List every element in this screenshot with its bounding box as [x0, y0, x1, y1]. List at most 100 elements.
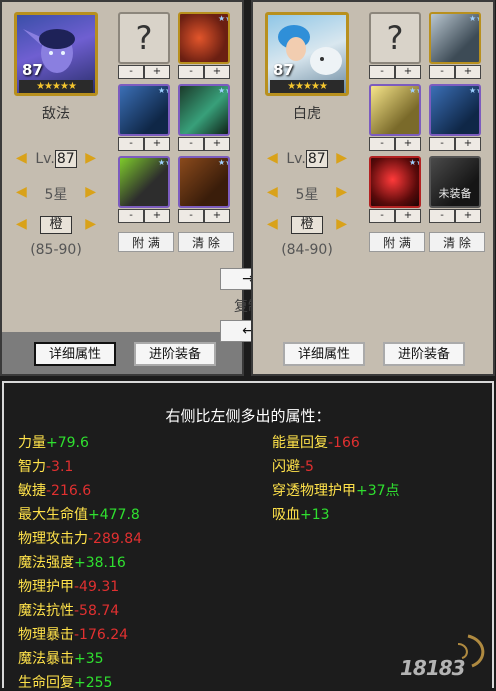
equip-slot-2[interactable]: ★★★★★ -+: [429, 12, 481, 79]
plus-button[interactable]: +: [144, 65, 170, 79]
minus-button[interactable]: -: [178, 65, 204, 79]
plus-button[interactable]: +: [395, 137, 421, 151]
minus-button[interactable]: -: [178, 209, 204, 223]
equip-slot-1[interactable]: ? - +: [118, 12, 170, 79]
fill-all-button[interactable]: 附 满: [118, 232, 174, 252]
attribute-value: +255: [74, 675, 113, 691]
star-increase-arrow-icon[interactable]: ▶: [336, 184, 347, 200]
equip-slot-6[interactable]: ★★★★★ -+: [178, 156, 230, 223]
equip-slot-3[interactable]: ★★★★★ -+: [118, 84, 170, 151]
star-increase-arrow-icon[interactable]: ▶: [85, 184, 96, 200]
attribute-name: 能量回复: [272, 435, 328, 451]
detail-attributes-button[interactable]: 详细属性: [283, 342, 365, 366]
level-increase-arrow-icon[interactable]: ▶: [336, 150, 347, 166]
plus-button[interactable]: +: [204, 65, 230, 79]
attribute-row: 智力-3.1: [18, 459, 73, 475]
equip-slot-2[interactable]: ★★★★★ -+: [178, 12, 230, 79]
attribute-name: 最大生命值: [18, 507, 88, 523]
level-input[interactable]: 87: [54, 150, 77, 168]
minus-button[interactable]: -: [118, 65, 144, 79]
level-selector: ◀ Lv. 87 ▶: [14, 148, 98, 170]
plus-button[interactable]: +: [144, 137, 170, 151]
equip-slot-4[interactable]: ★★★★★ -+: [178, 84, 230, 151]
detail-attributes-button[interactable]: 详细属性: [34, 342, 116, 366]
level-decrease-arrow-icon[interactable]: ◀: [16, 150, 27, 166]
star-value: 5星: [295, 187, 319, 203]
attribute-comparison-panel: 右侧比左侧多出的属性： 力量+79.6 智力-3.1 敏捷-216.6 最大生命值+4…: [2, 381, 494, 691]
slot-stars: ★★★★★: [469, 86, 479, 95]
plus-button[interactable]: +: [395, 65, 421, 79]
attribute-value: -166: [328, 435, 360, 451]
clear-button[interactable]: 清 除: [178, 232, 234, 252]
equip-slot-1[interactable]: ? - +: [369, 12, 421, 79]
attribute-value: +35: [74, 651, 104, 667]
empty-slot-icon: ?: [386, 19, 404, 57]
slot-stars: ★★★★★: [469, 14, 479, 23]
minus-button[interactable]: -: [118, 209, 144, 223]
quality-value[interactable]: 橙: [40, 216, 72, 234]
attribute-value: -3.1: [46, 459, 74, 475]
equip-slot-5[interactable]: ★★★★★ -+: [118, 156, 170, 223]
fill-all-button[interactable]: 附 满: [369, 232, 425, 252]
plus-button[interactable]: +: [204, 137, 230, 151]
equip-slot-3[interactable]: ★★★★★ -+: [369, 84, 421, 151]
plus-button[interactable]: +: [395, 209, 421, 223]
attribute-name: 魔法暴击: [18, 651, 74, 667]
minus-button[interactable]: -: [118, 137, 144, 151]
attribute-row: 能量回复-166: [272, 435, 360, 451]
slot-stars: ★★★★★: [409, 158, 419, 167]
star-decrease-arrow-icon[interactable]: ◀: [16, 184, 27, 200]
hero-portrait[interactable]: 87 ★★★★★: [14, 12, 98, 96]
level-input[interactable]: 87: [305, 150, 328, 168]
attribute-value: +37点: [356, 483, 400, 499]
hero-portrait[interactable]: 87 ★★★★★: [265, 12, 349, 96]
star-value: 5星: [44, 187, 68, 203]
level-increase-arrow-icon[interactable]: ▶: [85, 150, 96, 166]
watermark-logo: 18183: [398, 626, 488, 686]
advance-equipment-button[interactable]: 进阶装备: [134, 342, 216, 366]
star-decrease-arrow-icon[interactable]: ◀: [267, 184, 278, 200]
level-range: (85-90): [30, 242, 82, 258]
attribute-name: 敏捷: [18, 483, 46, 499]
minus-button[interactable]: -: [369, 209, 395, 223]
plus-button[interactable]: +: [455, 65, 481, 79]
attribute-value: +477.8: [88, 507, 140, 523]
clear-button[interactable]: 清 除: [429, 232, 485, 252]
minus-button[interactable]: -: [369, 137, 395, 151]
level-prefix: Lv.: [286, 151, 306, 167]
quality-increase-arrow-icon[interactable]: ▶: [85, 216, 96, 232]
plus-button[interactable]: +: [455, 137, 481, 151]
slot-stars: ★★★★★: [218, 14, 228, 23]
attribute-name: 穿透物理护甲: [272, 483, 356, 499]
attribute-name: 物理暴击: [18, 627, 74, 643]
attribute-value: -216.6: [46, 483, 92, 499]
attribute-name: 生命回复: [18, 675, 74, 691]
quality-increase-arrow-icon[interactable]: ▶: [336, 216, 347, 232]
plus-button[interactable]: +: [455, 209, 481, 223]
attribute-value: +79.6: [46, 435, 89, 451]
minus-button[interactable]: -: [429, 137, 455, 151]
attribute-row: 生命回复+255: [18, 675, 112, 691]
plus-button[interactable]: +: [144, 209, 170, 223]
attribute-row: 魔法暴击+35: [18, 651, 104, 667]
plus-button[interactable]: +: [204, 209, 230, 223]
advance-equipment-button[interactable]: 进阶装备: [383, 342, 465, 366]
level-decrease-arrow-icon[interactable]: ◀: [267, 150, 278, 166]
attribute-name: 物理攻击力: [18, 531, 88, 547]
quality-value[interactable]: 橙: [291, 216, 323, 234]
attribute-value: -58.74: [74, 603, 120, 619]
attribute-value: +13: [300, 507, 330, 523]
minus-button[interactable]: -: [429, 65, 455, 79]
slot-stars: ★★★★★: [218, 158, 228, 167]
minus-button[interactable]: -: [429, 209, 455, 223]
equip-slot-6[interactable]: 未装备 - +: [429, 156, 481, 223]
attribute-value: -5: [300, 459, 314, 475]
attribute-value: -176.24: [74, 627, 129, 643]
minus-button[interactable]: -: [369, 65, 395, 79]
quality-decrease-arrow-icon[interactable]: ◀: [267, 216, 278, 232]
equip-slot-4[interactable]: ★★★★★ -+: [429, 84, 481, 151]
attribute-row: 吸血+13: [272, 507, 330, 523]
quality-decrease-arrow-icon[interactable]: ◀: [16, 216, 27, 232]
minus-button[interactable]: -: [178, 137, 204, 151]
equip-slot-5[interactable]: ★★★★★ -+: [369, 156, 421, 223]
